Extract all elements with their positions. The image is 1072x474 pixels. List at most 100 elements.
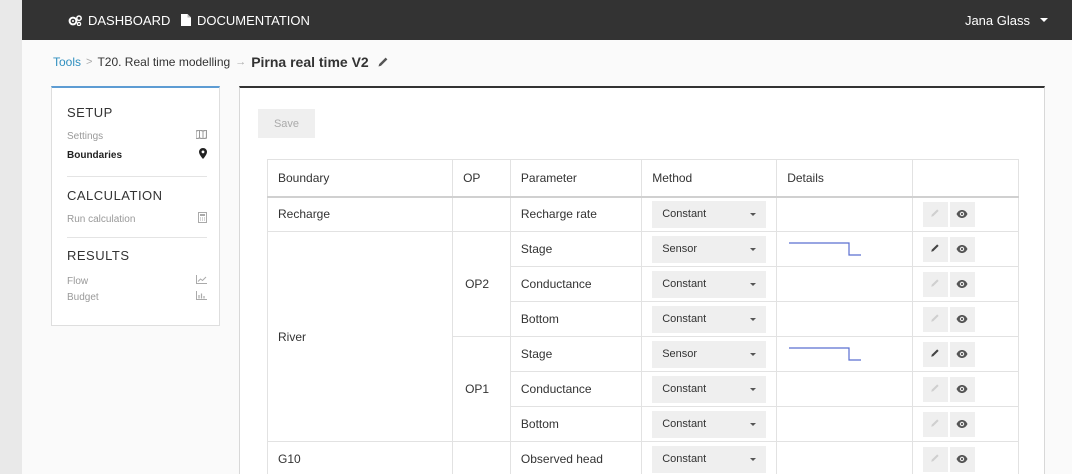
method-select[interactable]: Constant [652,410,767,438]
method-select[interactable]: Constant [652,270,767,298]
cell-parameter: Recharge rate [509,196,643,232]
cogs-icon [68,14,82,26]
view-button[interactable] [949,306,975,332]
caret-down-icon [750,282,757,286]
edit-button[interactable] [922,271,948,297]
column-header-details: Details [776,159,913,198]
view-button[interactable] [949,236,975,262]
sidebar-item-run-calculation[interactable]: Run calculation [67,212,207,226]
method-select[interactable]: Constant [652,200,767,228]
sidebar-item-label: Budget [67,291,99,303]
sidebar-section-results: RESULTS [67,248,130,263]
method-select-value: Constant [662,383,707,395]
caret-down-icon [750,247,757,251]
edit-button[interactable] [922,201,948,227]
method-select[interactable]: Sensor [652,340,767,368]
view-button[interactable] [949,446,975,472]
method-select-value: Constant [662,208,707,221]
boundaries-panel: Save Boundary OP Parameter Method Detail… [239,86,1045,474]
arrow-right-icon: → [235,56,247,68]
pencil-icon[interactable] [377,56,389,68]
method-select[interactable]: Constant [652,375,767,403]
pencil-icon [930,207,940,221]
cell-actions [911,266,1020,302]
table-row: G10 Observed head Constant [266,441,1020,474]
caret-down-icon [750,387,757,391]
pencil-icon [930,242,940,256]
cell-parameter: Stage [509,336,643,372]
bar-chart-icon [196,291,207,303]
column-header-op: OP [452,159,511,198]
view-button[interactable] [949,376,975,402]
caret-down-icon [750,317,757,321]
view-button[interactable] [949,201,975,227]
sidebar-divider [67,237,207,238]
sidebar-section-calculation: CALCULATION [67,188,163,203]
eye-icon [956,207,968,221]
sidebar-item-label: Run calculation [67,213,136,225]
edit-button[interactable] [922,341,948,367]
sidebar-item-settings[interactable]: Settings [67,129,208,142]
view-button[interactable] [949,271,975,297]
caret-down-icon [750,422,757,426]
cell-op: OP1 [452,336,511,442]
sidebar-item-label: Boundaries [67,149,123,161]
eye-icon [956,347,968,361]
view-button[interactable] [949,411,975,437]
method-select[interactable]: Sensor [652,235,767,263]
sidebar-item-boundaries[interactable]: Boundaries [67,148,207,162]
cell-method: Sensor [641,336,778,372]
user-menu[interactable]: Jana Glass [965,0,1048,40]
view-button[interactable] [949,341,975,367]
method-select-value: Sensor [662,348,698,360]
sidebar: SETUP Settings Boundaries CALCULATION Ru… [51,86,220,326]
table-row: Recharge Recharge rate Constant [266,196,1020,232]
save-button[interactable]: Save [258,109,315,138]
cell-details [776,196,913,232]
edit-button[interactable] [922,446,948,472]
cell-op: OP2 [452,231,511,337]
chevron-right-icon: > [86,56,93,68]
eye-icon [956,312,968,326]
edit-button[interactable] [922,411,948,437]
cell-method: Constant [641,266,778,302]
cell-method: Constant [641,371,778,407]
nav-dashboard[interactable]: DASHBOARD [68,0,170,40]
cell-method: Constant [641,441,778,474]
breadcrumb-tools-link[interactable]: Tools [53,55,81,69]
method-select[interactable]: Constant [652,445,767,473]
user-name: Jana Glass [964,12,1030,28]
method-select-value: Constant [662,278,707,290]
sidebar-section-setup: SETUP [67,105,113,120]
pencil-icon [930,347,940,361]
table-row: River OP2 Stage Sensor [266,231,1020,442]
nav-documentation[interactable]: DOCUMENTATION [181,0,310,40]
cell-details [776,266,913,302]
sidebar-item-budget[interactable]: Budget [67,291,207,303]
edit-button[interactable] [922,306,948,332]
method-select-value: Constant [662,418,707,430]
edit-button[interactable] [922,236,948,262]
sidebar-item-label: Settings [67,130,104,142]
cell-parameter: Bottom [509,406,643,442]
pencil-icon [930,382,940,396]
cell-actions [911,301,1020,337]
method-select-value: Constant [662,313,707,325]
cell-actions [911,196,1020,232]
cell-details [776,441,913,474]
breadcrumb-project-link[interactable]: T20. Real time modelling [97,55,230,69]
cell-details [776,406,913,442]
column-header-method: Method [641,159,778,198]
column-header-parameter: Parameter [509,159,643,198]
method-select-value: Sensor [662,243,698,255]
sidebar-item-flow[interactable]: Flow [67,275,207,287]
eye-icon [956,452,968,466]
edit-button[interactable] [922,376,948,402]
method-select-value: Constant [662,453,707,465]
breadcrumb: Tools > T20. Real time modelling → Pirna… [53,52,389,72]
app: DASHBOARD DOCUMENTATION Jana Glass Tools… [22,0,1072,474]
cell-op [452,196,511,232]
method-select[interactable]: Constant [652,305,767,333]
eye-icon [956,277,968,291]
cell-op [452,441,511,474]
